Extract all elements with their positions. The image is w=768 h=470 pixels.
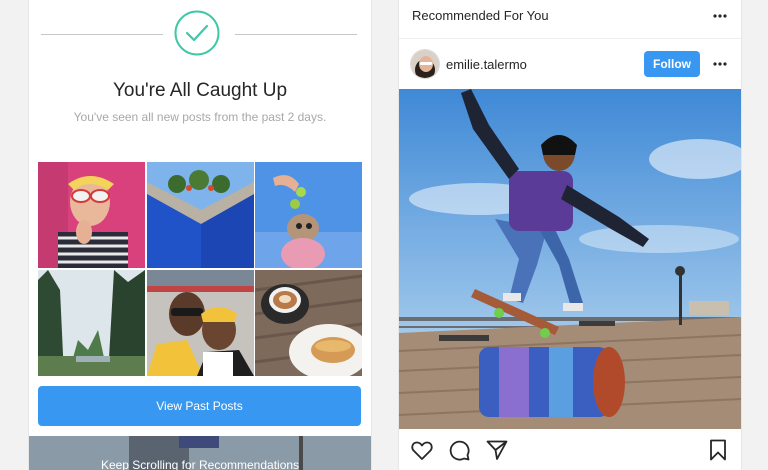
grid-thumbnail[interactable]	[38, 162, 145, 268]
post-username[interactable]: emilie.talermo	[446, 57, 527, 72]
avatar[interactable]	[410, 49, 440, 79]
recommended-header: Recommended For You	[399, 0, 741, 39]
caught-up-divider	[29, 10, 371, 60]
divider-line-left	[41, 34, 163, 35]
grid-thumbnail[interactable]	[146, 270, 254, 376]
check-icon	[174, 10, 220, 56]
post-image[interactable]	[399, 89, 741, 429]
more-icon[interactable]	[712, 60, 728, 68]
view-past-posts-button[interactable]: View Past Posts	[38, 386, 361, 426]
divider-line-right	[235, 34, 357, 35]
follow-button[interactable]: Follow	[644, 51, 700, 77]
recommended-panel: Recommended For You emilie.talermo Follo…	[398, 0, 742, 470]
caught-up-subtitle: You've seen all new posts from the past …	[73, 110, 327, 124]
keep-scrolling-banner[interactable]: Keep Scrolling for Recommendations	[29, 436, 371, 470]
more-icon[interactable]	[712, 12, 728, 20]
grid-thumbnail[interactable]	[38, 270, 145, 376]
grid-thumbnail[interactable]	[255, 270, 362, 376]
bookmark-icon[interactable]	[706, 438, 730, 462]
recommended-title: Recommended For You	[412, 8, 549, 23]
caught-up-panel: You're All Caught Up You've seen all new…	[28, 0, 372, 470]
comment-icon[interactable]	[447, 438, 471, 462]
grid-thumbnail[interactable]	[146, 162, 254, 268]
heart-icon[interactable]	[410, 438, 434, 462]
post-action-bar	[399, 430, 741, 470]
grid-thumbnail[interactable]	[255, 162, 362, 268]
keep-scrolling-label: Keep Scrolling for Recommendations	[100, 458, 300, 470]
past-posts-grid	[38, 162, 362, 377]
share-icon[interactable]	[485, 438, 509, 462]
caught-up-title: You're All Caught Up	[112, 80, 288, 101]
post-header: emilie.talermo Follow	[399, 39, 741, 89]
